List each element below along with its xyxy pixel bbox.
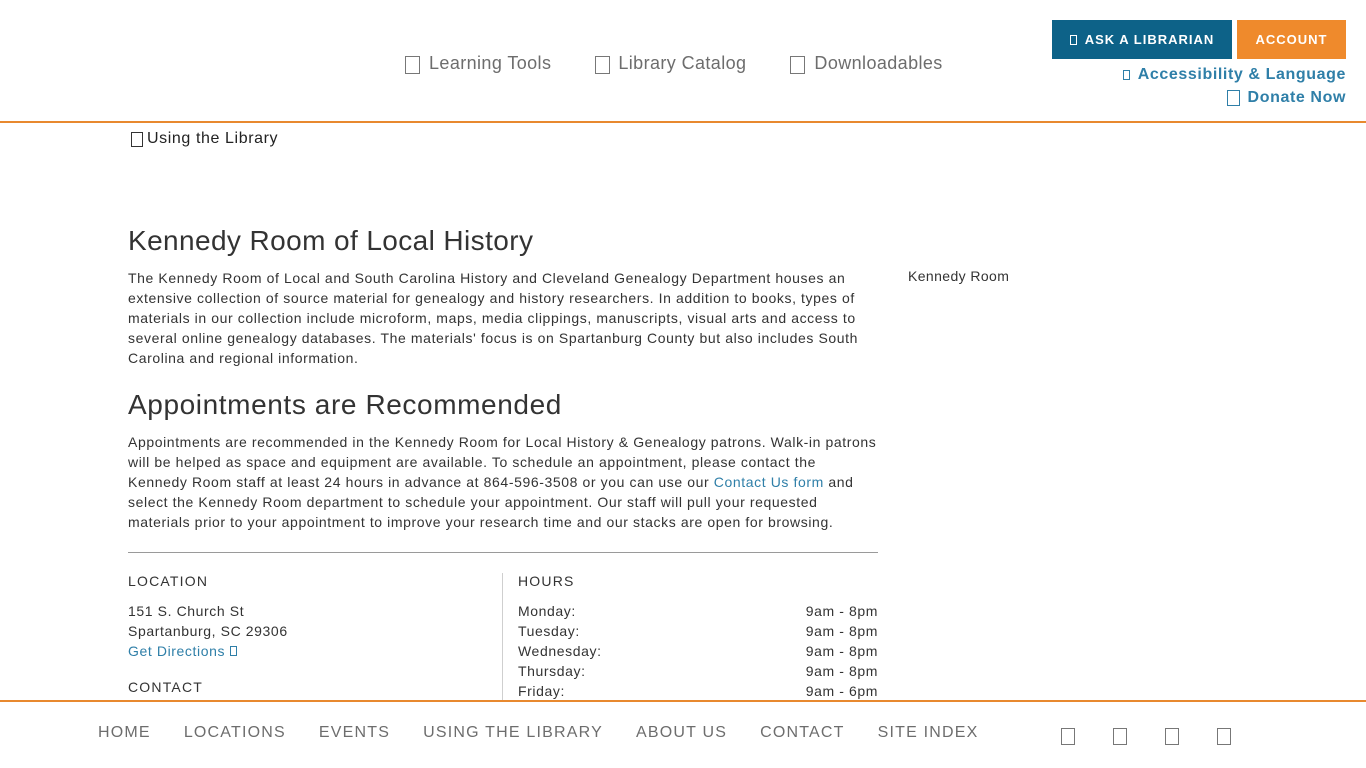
footer-nav-site-index[interactable]: SITE INDEX	[878, 724, 979, 742]
hours-day: Tuesday:	[518, 623, 580, 639]
ask-a-librarian-button[interactable]: ASK A LIBRARIAN	[1052, 20, 1232, 59]
contact-us-form-link[interactable]: Contact Us form	[714, 474, 824, 490]
external-link-icon	[230, 646, 238, 656]
footer-nav-using-the-library[interactable]: USING THE LIBRARY	[423, 724, 603, 742]
downloadables-icon	[790, 56, 806, 74]
globe-icon	[1122, 70, 1130, 80]
instagram-icon[interactable]	[1165, 728, 1179, 745]
nav-learning-tools[interactable]: Learning Tools	[405, 53, 551, 74]
nav-downloadables-label: Downloadables	[814, 53, 943, 73]
kennedy-room-image: Kennedy Room	[908, 268, 1009, 284]
nav-learning-tools-label: Learning Tools	[429, 53, 552, 73]
using-library-icon	[131, 131, 143, 147]
appointments-paragraph: Appointments are recommended in the Kenn…	[128, 432, 878, 532]
account-label: ACCOUNT	[1255, 32, 1328, 47]
hours-day: Wednesday:	[518, 643, 602, 659]
hours-row: Wednesday: 9am - 8pm	[518, 641, 878, 661]
kennedy-room-image-alt: Kennedy Room	[908, 268, 1010, 284]
get-directions-link[interactable]: Get Directions	[128, 641, 482, 661]
donate-label: Donate Now	[1247, 89, 1346, 106]
main-content: Kennedy Room of Local History The Kenned…	[128, 224, 878, 701]
intro-paragraph: The Kennedy Room of Local and South Caro…	[128, 270, 859, 366]
footer-nav-locations[interactable]: LOCATIONS	[184, 724, 286, 742]
account-button[interactable]: ACCOUNT	[1237, 20, 1346, 59]
footer-nav: HOME LOCATIONS EVENTS USING THE LIBRARY …	[98, 724, 1012, 742]
nav-library-catalog[interactable]: Library Catalog	[595, 53, 746, 74]
site-footer: HOME LOCATIONS EVENTS USING THE LIBRARY …	[0, 700, 1366, 768]
contact-heading: CONTACT	[128, 679, 204, 695]
hours-row: Tuesday: 9am - 8pm	[518, 621, 878, 641]
footer-nav-contact[interactable]: CONTACT	[760, 724, 845, 742]
library-catalog-icon	[595, 56, 611, 74]
chat-icon	[1069, 34, 1077, 45]
hours-table: Monday: 9am - 8pm Tuesday: 9am - 8pm Wedne…	[518, 601, 878, 701]
ask-a-librarian-label: ASK A LIBRARIAN	[1084, 32, 1215, 47]
location-column: LOCATION 151 S. Church St Spartanburg, S…	[128, 573, 503, 701]
hours-row: Friday: 9am - 6pm	[518, 681, 878, 701]
footer-nav-events[interactable]: EVENTS	[319, 724, 390, 742]
location-heading: LOCATION	[128, 573, 209, 589]
get-directions-label: Get Directions	[128, 643, 226, 659]
accessibility-language-link[interactable]: Accessibility & Language	[1122, 66, 1346, 84]
hours-time: 9am - 8pm	[805, 603, 878, 619]
address-block: 151 S. Church St Spartanburg, SC 29306 G…	[128, 601, 482, 661]
hours-column: HOURS Monday: 9am - 8pm Tuesday: 9am - 8pm…	[503, 573, 878, 701]
main-nav: Learning Tools Library Catalog Downloada…	[405, 53, 987, 74]
heart-icon	[1226, 90, 1240, 106]
divider	[128, 552, 878, 553]
hours-time: 9am - 6pm	[805, 683, 878, 699]
using-the-library-link[interactable]: Using the Library	[131, 130, 278, 148]
page-title: Kennedy Room of Local History	[128, 225, 534, 256]
hours-row: Monday: 9am - 8pm	[518, 601, 878, 621]
youtube-icon[interactable]	[1217, 728, 1231, 745]
learning-tools-icon	[405, 56, 420, 74]
footer-nav-about-us[interactable]: ABOUT US	[636, 724, 727, 742]
hours-day: Monday:	[518, 603, 576, 619]
twitter-icon[interactable]	[1113, 728, 1127, 745]
site-header: Learning Tools Library Catalog Downloada…	[0, 0, 1366, 123]
hours-time: 9am - 8pm	[805, 663, 878, 679]
facebook-icon[interactable]	[1061, 728, 1075, 745]
nav-library-catalog-label: Library Catalog	[618, 53, 747, 73]
appointments-heading: Appointments are Recommended	[128, 389, 562, 420]
hours-row: Thursday: 9am - 8pm	[518, 661, 878, 681]
hours-day: Friday:	[518, 683, 565, 699]
hours-heading: HOURS	[518, 573, 575, 589]
hours-time: 9am - 8pm	[805, 643, 878, 659]
address-street: 151 S. Church St	[128, 603, 245, 619]
donate-now-link[interactable]: Donate Now	[1226, 89, 1346, 107]
footer-nav-home[interactable]: HOME	[98, 724, 151, 742]
nav-downloadables[interactable]: Downloadables	[790, 53, 942, 74]
hours-time: 9am - 8pm	[805, 623, 878, 639]
social-links	[1061, 728, 1231, 745]
hours-day: Thursday:	[518, 663, 586, 679]
using-the-library-label: Using the Library	[147, 130, 279, 147]
location-hours-section: LOCATION 151 S. Church St Spartanburg, S…	[128, 573, 878, 701]
address-city: Spartanburg, SC 29306	[128, 623, 288, 639]
accessibility-label: Accessibility & Language	[1137, 66, 1346, 83]
